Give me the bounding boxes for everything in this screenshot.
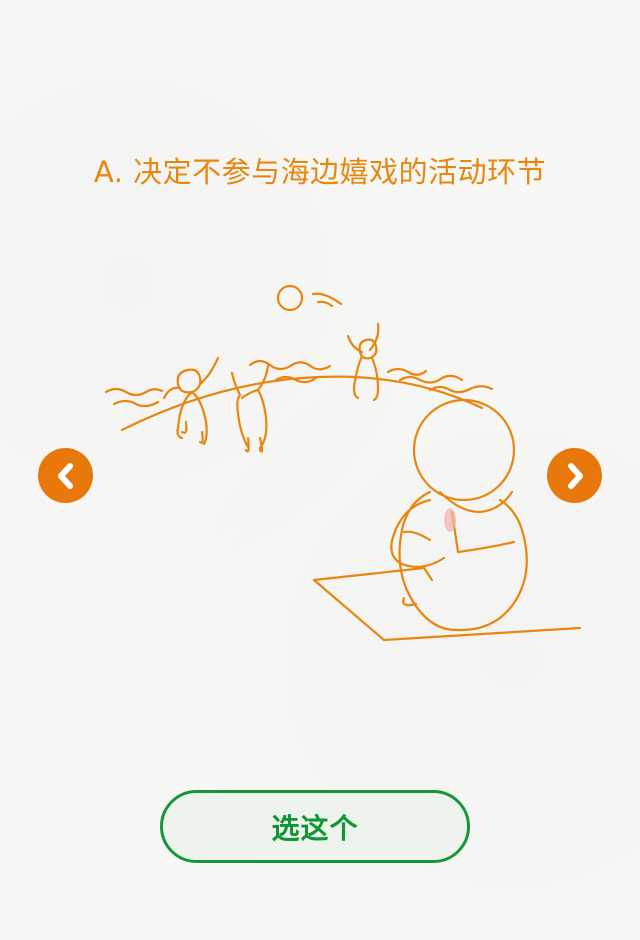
select-button[interactable]: 选这个 — [160, 790, 470, 863]
prev-button[interactable] — [38, 448, 93, 503]
question-title: A. 决定不参与海边嬉戏的活动环节 — [93, 155, 547, 189]
beach-scene-illustration — [104, 284, 582, 642]
chevron-left-icon — [57, 462, 73, 489]
select-button-label: 选这个 — [271, 811, 359, 845]
page: A. 决定不参与海边嬉戏的活动环节 选这个 — [0, 0, 640, 940]
